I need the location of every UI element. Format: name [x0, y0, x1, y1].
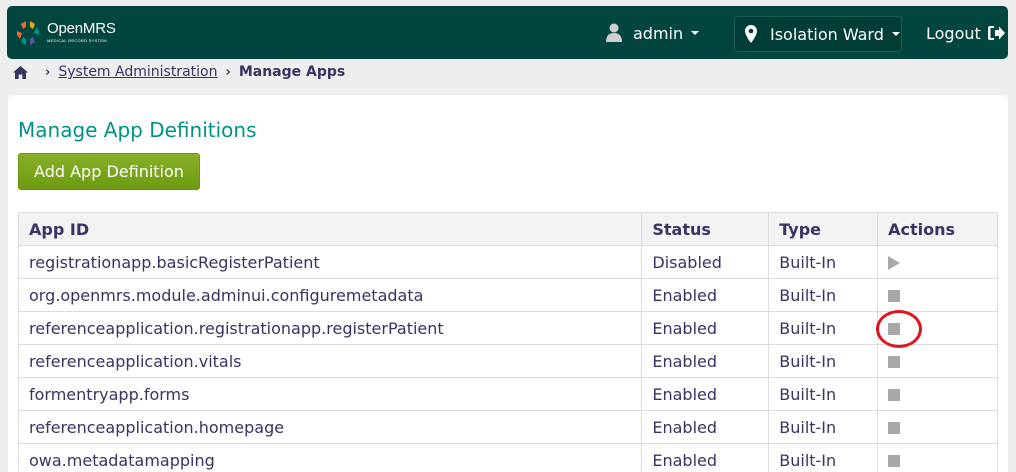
- type-cell: Built-In: [768, 311, 879, 345]
- stop-icon[interactable]: [888, 323, 901, 335]
- chevron-down-icon: [691, 31, 700, 35]
- page-title: Manage App Definitions: [18, 118, 257, 142]
- type-cell: Built-In: [768, 410, 879, 444]
- breadcrumb: › System Administration › Manage Apps: [13, 63, 345, 81]
- type-cell: Built-In: [768, 245, 879, 279]
- type-cell: Built-In: [768, 344, 879, 378]
- app-id-cell: owa.metadatamapping: [17, 443, 643, 472]
- breadcrumb-manage-apps: Manage Apps: [238, 64, 346, 80]
- actions-cell: [877, 245, 998, 279]
- breadcrumb-system-administration[interactable]: System Administration: [58, 64, 217, 80]
- table-row: referenceapplication.homepage Enabled Bu…: [17, 410, 998, 444]
- status-cell: Enabled: [641, 344, 770, 378]
- add-app-definition-button[interactable]: Add App Definition: [18, 153, 200, 190]
- column-header-type: Type: [768, 212, 879, 246]
- table-header-row: App ID Status Type Actions: [17, 212, 998, 246]
- logo-name: OpenMRS: [47, 20, 116, 37]
- table-row: formentryapp.forms Enabled Built-In: [17, 377, 998, 411]
- stop-icon[interactable]: [888, 455, 901, 467]
- stop-icon[interactable]: [888, 422, 901, 434]
- actions-cell: [877, 377, 998, 411]
- app-id-cell: org.openmrs.module.adminui.configuremeta…: [17, 278, 643, 312]
- status-cell: Disabled: [641, 245, 770, 279]
- status-cell: Enabled: [641, 443, 770, 472]
- table-row: referenceapplication.registrationapp.reg…: [17, 311, 998, 345]
- actions-cell: [877, 278, 998, 312]
- user-name: admin: [633, 23, 684, 43]
- type-cell: Built-In: [768, 443, 879, 472]
- app-definitions-table: App ID Status Type Actions registrationa…: [17, 212, 998, 472]
- app-id-cell: referenceapplication.registrationapp.reg…: [17, 311, 643, 345]
- chevron-right-icon: ›: [45, 64, 51, 80]
- sign-out-icon: [987, 26, 1005, 40]
- top-header: OpenMRS MEDICAL RECORD SYSTEM admin Isol…: [7, 6, 1008, 59]
- stop-icon[interactable]: [888, 356, 901, 368]
- content-panel: Manage App Definitions Add App Definitio…: [8, 95, 1008, 472]
- actions-cell: [877, 311, 998, 345]
- location-name: Isolation Ward: [770, 24, 884, 44]
- play-icon[interactable]: [888, 256, 901, 270]
- type-cell: Built-In: [768, 278, 879, 312]
- table-row: owa.metadatamapping Enabled Built-In: [17, 443, 998, 472]
- logo-tagline: MEDICAL RECORD SYSTEM: [47, 38, 107, 43]
- openmrs-logo-icon: [17, 21, 39, 45]
- actions-cell: [877, 443, 998, 472]
- chevron-down-icon: [891, 32, 900, 36]
- app-id-cell: formentryapp.forms: [17, 377, 643, 411]
- column-header-actions: Actions: [877, 212, 998, 246]
- chevron-right-icon: ›: [225, 64, 231, 80]
- type-cell: Built-In: [768, 377, 879, 411]
- logout-link[interactable]: Logout: [926, 20, 1005, 46]
- location-selector[interactable]: Isolation Ward: [734, 16, 902, 52]
- map-marker-icon: [745, 25, 757, 43]
- logout-label: Logout: [926, 23, 981, 43]
- stop-icon[interactable]: [888, 290, 901, 302]
- app-id-cell: registrationapp.basicRegisterPatient: [17, 245, 643, 279]
- user-menu[interactable]: admin: [605, 20, 700, 46]
- status-cell: Enabled: [641, 377, 770, 411]
- user-icon: [606, 23, 622, 42]
- app-id-cell: referenceapplication.vitals: [17, 344, 643, 378]
- column-header-app-id: App ID: [17, 212, 643, 246]
- status-cell: Enabled: [641, 311, 770, 345]
- table-row: referenceapplication.vitals Enabled Buil…: [17, 344, 998, 378]
- actions-cell: [877, 344, 998, 378]
- column-header-status: Status: [641, 212, 770, 246]
- table-row: registrationapp.basicRegisterPatient Dis…: [17, 245, 998, 279]
- status-cell: Enabled: [641, 410, 770, 444]
- actions-cell: [877, 410, 998, 444]
- app-id-cell: referenceapplication.homepage: [17, 410, 643, 444]
- openmrs-logo[interactable]: OpenMRS MEDICAL RECORD SYSTEM: [17, 20, 116, 46]
- home-icon[interactable]: [13, 65, 28, 79]
- table-row: org.openmrs.module.adminui.configuremeta…: [17, 278, 998, 312]
- status-cell: Enabled: [641, 278, 770, 312]
- stop-icon[interactable]: [888, 389, 901, 401]
